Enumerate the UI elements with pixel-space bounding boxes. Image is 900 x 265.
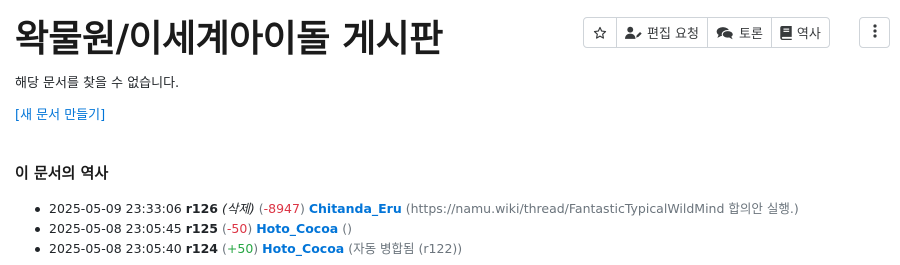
star-icon [593, 26, 607, 40]
history-change: +50 [226, 241, 254, 256]
more-menu-button[interactable] [859, 17, 890, 48]
history-change-close: ) [247, 221, 253, 236]
vertical-ellipsis-icon [872, 23, 877, 42]
edit-request-label: 편집 요청 [647, 27, 699, 42]
history-user-link[interactable]: Hoto_Cocoa [262, 241, 344, 256]
history-button[interactable]: 역사 [770, 18, 829, 47]
history-datetime: 2025-05-09 23:33:06 [49, 201, 182, 216]
discussion-button[interactable]: 토론 [706, 18, 771, 47]
history-heading: 이 문서의 역사 [15, 164, 109, 182]
history-comment: (자동 병합됨 (r122)) [348, 241, 463, 256]
history-change: -8947 [263, 201, 300, 216]
history-list: 2025-05-09 23:33:06 r126 (삭제) (-8947) Ch… [33, 199, 799, 259]
document-toolbar: 편집 요청 토론 역사 [583, 17, 830, 48]
history-item: 2025-05-08 23:05:40 r124 (+50) Hoto_Coco… [33, 239, 799, 259]
book-icon [780, 25, 792, 40]
not-found-notice: 해당 문서를 찾을 수 없습니다. [15, 76, 180, 91]
history-comment: (https://namu.wiki/thread/FantasticTypic… [405, 201, 799, 216]
user-edit-icon [625, 26, 642, 40]
history-change: -50 [226, 221, 248, 236]
history-item: 2025-05-09 23:33:06 r126 (삭제) (-8947) Ch… [33, 199, 799, 219]
history-user-link[interactable]: Hoto_Cocoa [256, 221, 338, 236]
history-datetime: 2025-05-08 23:05:40 [49, 241, 182, 256]
history-user-link[interactable]: Chitanda_Eru [309, 201, 402, 216]
history-item: 2025-05-08 23:05:45 r125 (-50) Hoto_Coco… [33, 219, 799, 239]
history-change-close: ) [299, 201, 305, 216]
edit-request-button[interactable]: 편집 요청 [616, 18, 707, 47]
history-revision: r125 [185, 221, 219, 236]
discussion-label: 토론 [738, 27, 763, 42]
history-label: 역사 [796, 27, 821, 42]
comments-icon [716, 26, 734, 40]
history-revision: r126 [185, 201, 219, 216]
star-button[interactable] [584, 18, 616, 47]
create-document-link[interactable]: [새 문서 만들기] [15, 104, 105, 123]
history-change-close: ) [253, 241, 259, 256]
history-revision: r124 [185, 241, 219, 256]
history-tag: (삭제) [222, 201, 255, 216]
history-datetime: 2025-05-08 23:05:45 [49, 221, 182, 236]
page-title: 왁물원/이세계아이돌 게시판 [15, 17, 443, 60]
history-comment: () [342, 221, 352, 236]
